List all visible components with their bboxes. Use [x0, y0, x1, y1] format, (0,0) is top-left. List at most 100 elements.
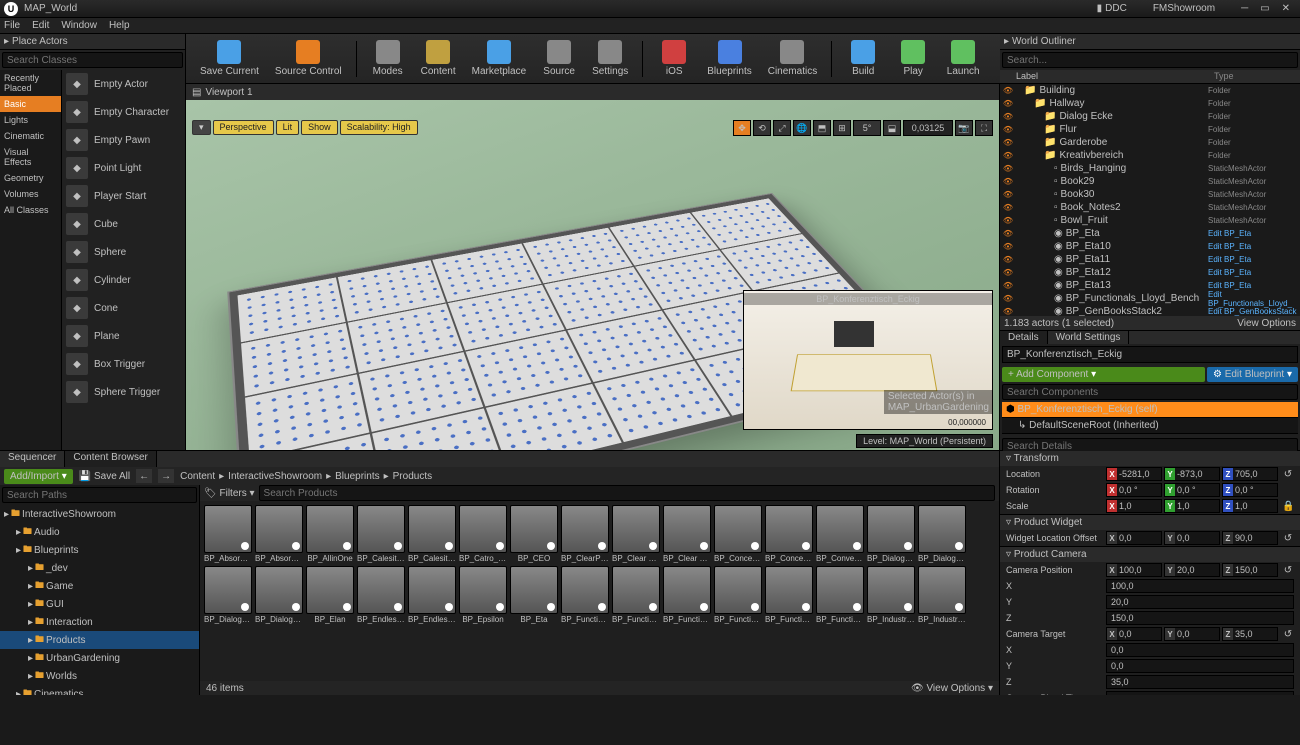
breadcrumb-item[interactable]: Blueprints — [335, 471, 379, 482]
tree-folder[interactable]: ▸🖿Cinematics — [0, 685, 199, 695]
product-widget-section[interactable]: ▿ Product Widget — [1000, 515, 1300, 530]
details-tab[interactable]: Details — [1000, 331, 1048, 344]
asset-tile[interactable]: BP_Conventus — [816, 505, 864, 563]
outliner-col-label[interactable]: Label — [1012, 70, 1210, 83]
vp-world-local-button[interactable]: 🌐 — [793, 120, 811, 136]
visibility-icon[interactable]: 👁 — [1002, 125, 1014, 134]
asset-tile[interactable]: BP_Absorber Eckig — [204, 505, 252, 563]
cam-y-field[interactable]: 20,0 — [1106, 595, 1294, 609]
asset-tile[interactable]: BP_DialogLAB Single — [255, 566, 303, 624]
tree-folder[interactable]: ▸🖿InteractiveShowroom — [0, 505, 199, 523]
reset-location-icon[interactable]: ↺ — [1282, 469, 1294, 480]
viewport[interactable]: ▤ Viewport 1 ▾ Perspective Lit Show Scal… — [186, 84, 1000, 450]
outliner-row[interactable]: 👁▫Book29StaticMeshActor — [1000, 175, 1300, 188]
viewport-canvas[interactable]: ▾ Perspective Lit Show Scalability: High… — [186, 100, 999, 450]
asset-tile[interactable]: BP_ConceptiQ Lamp — [765, 505, 813, 563]
vp-scalability-button[interactable]: Scalability: High — [340, 120, 418, 135]
asset-tile[interactable]: BP_Endless_Schrank — [357, 566, 405, 624]
world-settings-tab[interactable]: World Settings — [1048, 331, 1130, 344]
asset-tile[interactable]: BP_Endless_Sideboard — [408, 566, 456, 624]
location-z[interactable]: Z705,0 — [1222, 467, 1278, 481]
toolbar-ios[interactable]: iOS — [651, 38, 697, 79]
breadcrumb-item[interactable]: Content — [180, 471, 215, 482]
tree-folder[interactable]: ▸🖿Blueprints — [0, 541, 199, 559]
asset-tile[interactable]: BP_Functionals_Swivel_Floor — [714, 566, 762, 624]
cam-tgt-y[interactable]: Y0,0 — [1164, 627, 1220, 641]
widget-offset-x[interactable]: X0,0 — [1106, 531, 1162, 545]
asset-tile[interactable]: BP_ConceptQ — [714, 505, 762, 563]
location-y[interactable]: Y-873,0 — [1164, 467, 1220, 481]
place-item[interactable]: ◆Cylinder — [62, 266, 185, 294]
components-search-input[interactable] — [1002, 384, 1298, 400]
outliner-row[interactable]: 👁📁KreativbereichFolder — [1000, 149, 1300, 162]
outliner-row[interactable]: 👁◉BP_EtaEdit BP_Eta — [1000, 227, 1300, 240]
asset-tile[interactable]: BP_DialogLAB Group — [204, 566, 252, 624]
vp-maximize-button[interactable]: ⛶ — [975, 120, 993, 136]
visibility-icon[interactable]: 👁 — [1002, 99, 1014, 108]
place-item[interactable]: ◆Plane — [62, 322, 185, 350]
outliner-row[interactable]: 👁◉BP_Eta11Edit BP_Eta — [1000, 253, 1300, 266]
place-cat-all-classes[interactable]: All Classes — [0, 202, 61, 218]
vp-grid-snap-button[interactable]: ⊞ — [833, 120, 851, 136]
cam-pos-z[interactable]: Z150,0 — [1222, 563, 1278, 577]
outliner-row[interactable]: 👁📁GarderobeFolder — [1000, 136, 1300, 149]
widget-offset-y[interactable]: Y0,0 — [1164, 531, 1220, 545]
outliner-row[interactable]: 👁◉BP_Eta10Edit BP_Eta — [1000, 240, 1300, 253]
toolbar-play[interactable]: Play — [890, 38, 936, 79]
visibility-icon[interactable]: 👁 — [1002, 190, 1014, 199]
transform-section[interactable]: ▿ Transform — [1000, 451, 1300, 466]
place-cat-cinematic[interactable]: Cinematic — [0, 128, 61, 144]
add-import-button[interactable]: Add/Import ▾ — [4, 469, 73, 484]
outliner-search-input[interactable] — [1002, 52, 1298, 68]
visibility-icon[interactable]: 👁 — [1002, 242, 1014, 251]
visibility-icon[interactable]: 👁 — [1002, 177, 1014, 186]
tree-folder[interactable]: ▸🖿Products — [0, 631, 199, 649]
place-item[interactable]: ◆Sphere Trigger — [62, 378, 185, 406]
vp-camera-speed-button[interactable]: 📷 — [955, 120, 973, 136]
outliner-row[interactable]: 👁📁FlurFolder — [1000, 123, 1300, 136]
actor-name-field[interactable]: BP_Konferenztisch_Eckig — [1002, 346, 1298, 363]
asset-tile[interactable]: BP_Epsilon — [459, 566, 507, 624]
filters-button[interactable]: 🏷 Filters ▾ — [204, 488, 255, 499]
visibility-icon[interactable]: 👁 — [1002, 229, 1014, 238]
menu-file[interactable]: File — [4, 20, 20, 31]
cam-tgt-x[interactable]: X0,0 — [1106, 627, 1162, 641]
place-item[interactable]: ◆Cube — [62, 210, 185, 238]
breadcrumb-item[interactable]: InteractiveShowroom — [228, 471, 322, 482]
visibility-icon[interactable]: 👁 — [1002, 255, 1014, 264]
content-browser-tab[interactable]: Content Browser — [65, 451, 156, 467]
asset-tile[interactable]: BP_Dialog_Low_Single — [918, 505, 966, 563]
blend-time-field[interactable] — [1106, 691, 1294, 695]
place-item[interactable]: ◆Box Trigger — [62, 350, 185, 378]
outliner-row[interactable]: 👁▫Book_Notes2StaticMeshActor — [1000, 201, 1300, 214]
component-scene-root[interactable]: ↳ DefaultSceneRoot (Inherited) — [1002, 418, 1298, 434]
outliner-row[interactable]: 👁◉BP_Functionals_Lloyd_BenchEdit BP_Func… — [1000, 292, 1300, 305]
minimize-button[interactable]: ─ — [1235, 2, 1254, 16]
vp-snap-value[interactable]: 0,03125 — [903, 120, 953, 136]
toolbar-cinematics[interactable]: Cinematics — [762, 38, 823, 79]
close-button[interactable]: ✕ — [1276, 2, 1296, 16]
asset-tile[interactable]: BP_Functionals_Lloyd_Table_Low — [612, 566, 660, 624]
rotation-y[interactable]: Y0,0 ° — [1164, 483, 1220, 497]
toolbar-blueprints[interactable]: Blueprints — [701, 38, 757, 79]
tree-folder[interactable]: ▸🖿UrbanGardening — [0, 649, 199, 667]
vp-show-button[interactable]: Show — [301, 120, 338, 135]
place-item[interactable]: ◆Empty Character — [62, 98, 185, 126]
scale-z[interactable]: Z1,0 — [1222, 499, 1278, 513]
tree-folder[interactable]: ▸🖿_dev — [0, 559, 199, 577]
asset-tile[interactable]: BP_Industrial RackHanging — [918, 566, 966, 624]
place-cat-geometry[interactable]: Geometry — [0, 170, 61, 186]
vp-scale-snap-button[interactable]: ⬓ — [883, 120, 901, 136]
asset-tile[interactable]: BP_Absorber Rund — [255, 505, 303, 563]
scale-x[interactable]: X1,0 — [1106, 499, 1162, 513]
outliner-row[interactable]: 👁◉BP_Eta12Edit BP_Eta — [1000, 266, 1300, 279]
vp-menu-button[interactable]: ▾ — [192, 120, 211, 135]
place-item[interactable]: ◆Empty Pawn — [62, 126, 185, 154]
edit-blueprint-button[interactable]: ⚙ Edit Blueprint ▾ — [1207, 367, 1298, 382]
asset-tile[interactable]: BP_Dialog_Low_Double — [867, 505, 915, 563]
widget-offset-z[interactable]: Z90,0 — [1222, 531, 1278, 545]
vp-surface-snap-button[interactable]: ⬒ — [813, 120, 831, 136]
location-x[interactable]: X-5281,0 — [1106, 467, 1162, 481]
visibility-icon[interactable]: 👁 — [1002, 138, 1014, 147]
vp-translate-button[interactable]: ✥ — [733, 120, 751, 136]
